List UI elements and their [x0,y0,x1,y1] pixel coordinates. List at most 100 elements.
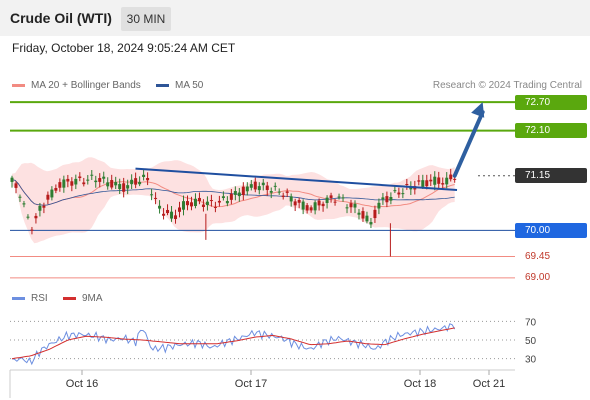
candle-body [393,190,397,192]
candle-body [170,211,174,219]
candle-body [58,182,62,188]
candle-body [421,180,425,187]
candle-body [453,178,457,180]
candle-body [365,215,369,222]
candle-body [217,200,221,203]
candle-body [181,201,185,210]
candle-body [197,197,201,202]
candle-body [46,194,50,200]
candle-body [429,179,433,182]
candle-body [10,177,14,182]
candle-body [154,197,158,199]
rsi-level-label: 70 [525,317,537,328]
candle-body [70,181,74,186]
candle-body [146,177,150,181]
candle-body [405,184,409,186]
candle-body [54,188,58,191]
x-tick-label: Oct 17 [235,378,267,390]
candle-body [30,229,34,231]
candle-body [142,174,146,177]
candle-body [185,201,189,206]
candle-body [445,177,449,185]
x-tick-label: Oct 18 [404,378,436,390]
candle-body [209,200,213,202]
candle-body [381,197,385,200]
rsi-level-label: 50 [525,336,537,347]
candle-body [353,203,357,208]
candle-body [321,203,325,207]
candle-body [349,203,353,208]
candle-body [377,202,381,209]
candle-body [166,209,170,214]
candle-body [126,185,130,189]
candle-body [289,196,293,202]
candle-body [337,196,341,198]
candle-body [297,199,301,203]
candle-body [225,201,229,204]
candle-body [94,180,98,183]
candle-body [257,186,261,191]
candle-body [313,202,317,211]
price-chart[interactable]: 70 50 30 Oct 16 Oct 17 Oct 18 Oct 21 [0,0,590,400]
candle-body [38,205,42,211]
price-tag-weak-support: 69.00 [525,272,551,284]
candle-body [345,207,349,209]
candle-body [325,197,329,204]
candle-body [106,182,110,187]
candle-body [221,196,225,199]
candle-body [50,189,54,198]
candle-body [261,182,265,186]
candle-body [42,205,46,208]
candle-body [189,202,193,207]
candle-body [425,180,429,187]
candle-body [229,193,233,200]
candle-body [333,201,337,203]
candle-body [233,191,237,195]
x-tick-label: Oct 21 [473,378,505,390]
candle-body [329,195,333,199]
candle-body [401,193,405,195]
candle-body [441,183,445,185]
rsi-level-label: 30 [525,355,537,366]
candle-body [213,206,217,208]
candle-body [158,205,162,209]
candle-body [253,181,257,190]
candle-body [281,195,285,197]
forecast-arrow-head [471,102,485,118]
candle-body [162,213,166,216]
candle-body [90,174,94,176]
candle-body [110,180,114,188]
candle-body [437,177,441,184]
candle-body [373,209,377,219]
candle-body [369,222,373,225]
candle-body [269,191,273,193]
candle-body [14,183,18,188]
price-tag-current: 71.15 [515,168,587,184]
candle-body [150,194,154,196]
candle-body [201,204,205,207]
candle-body [178,207,182,212]
candle-body [74,178,78,185]
candle-body [62,179,66,188]
candle-body [138,181,142,185]
candle-body [397,192,401,195]
price-tag-resistance: 72.70 [515,94,587,110]
candle-body [174,215,178,220]
candle-body [237,192,241,197]
candle-body [82,182,86,185]
candle-body [277,191,281,193]
candle-body [301,201,305,210]
price-tag-weak-support: 69.45 [525,251,551,262]
candle-body [102,176,106,179]
candle-body [341,197,345,199]
candle-body [26,216,30,218]
candle-body [22,203,26,205]
forecast-arrow-shaft [452,110,485,178]
price-tag-resistance: 72.10 [515,123,587,139]
candle-body [34,215,38,219]
candle-body [241,186,245,196]
candle-body [86,179,90,181]
candle-body [449,174,453,180]
candle-body [305,205,309,211]
candle-body [417,180,421,182]
